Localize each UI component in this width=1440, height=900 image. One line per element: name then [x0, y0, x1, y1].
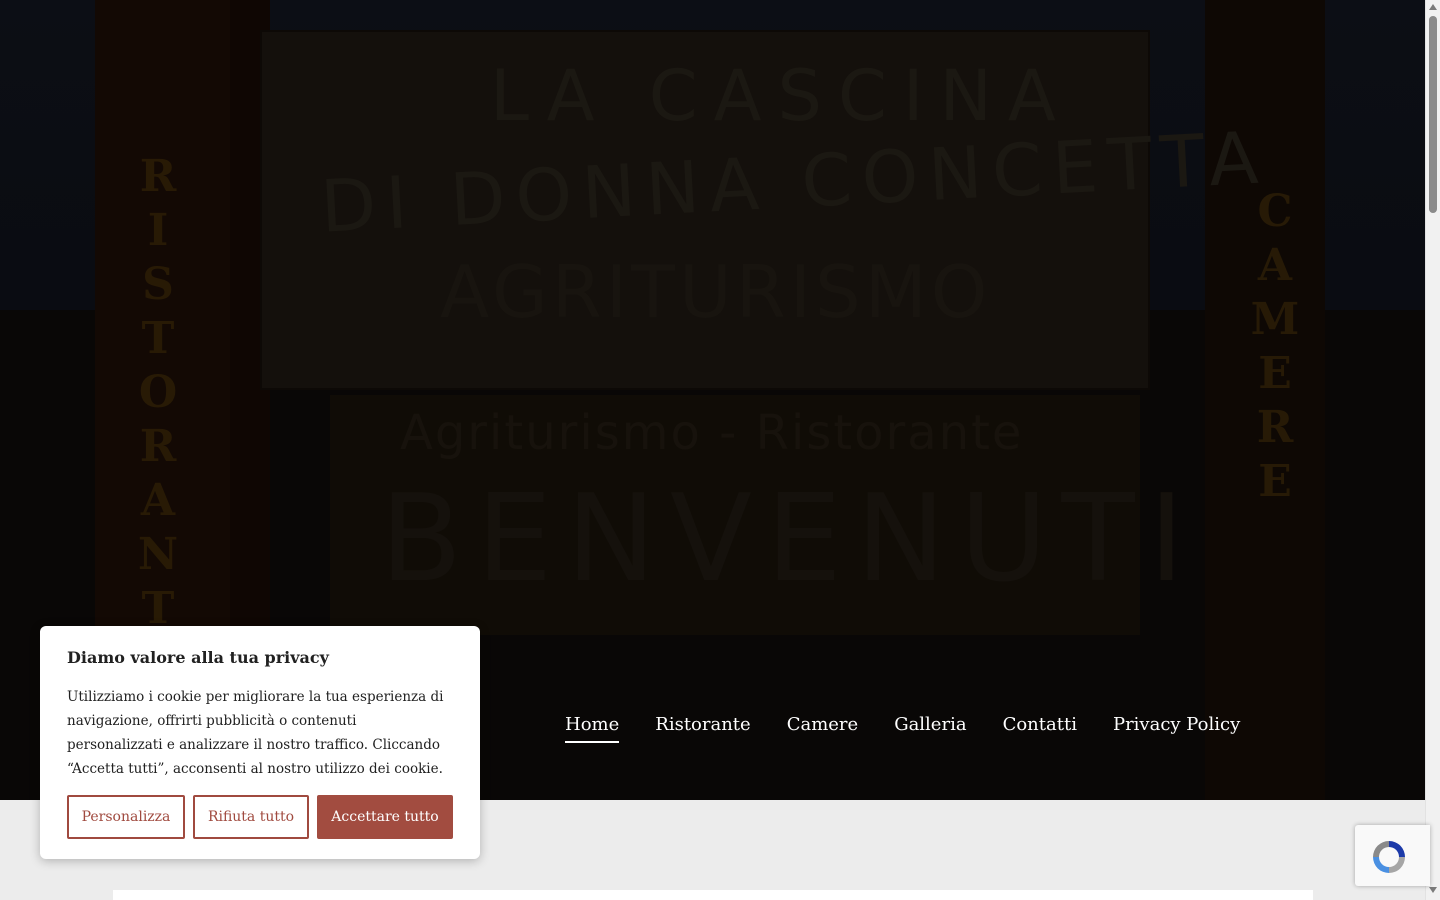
recaptcha-logo-icon: [1373, 841, 1405, 873]
main-navigation: Home Ristorante Camere Galleria Contatti…: [565, 714, 1240, 743]
scroll-down-arrow-icon[interactable]: [1429, 887, 1437, 893]
nav-item-ristorante[interactable]: Ristorante: [655, 714, 750, 743]
scroll-up-arrow-icon[interactable]: [1429, 4, 1437, 10]
cookie-consent-banner: Diamo valore alla tua privacy Utilizziam…: [40, 626, 480, 859]
cookie-banner-actions: Personalizza Rifiuta tutto Accettare tut…: [67, 795, 453, 839]
reject-all-button[interactable]: Rifiuta tutto: [193, 795, 309, 839]
nav-item-camere[interactable]: Camere: [787, 714, 858, 743]
nav-item-galleria[interactable]: Galleria: [894, 714, 966, 743]
nav-item-privacy-policy[interactable]: Privacy Policy: [1113, 714, 1240, 743]
cookie-banner-text: Utilizziamo i cookie per migliorare la t…: [67, 689, 444, 777]
accept-all-button[interactable]: Accettare tutto: [317, 795, 453, 839]
cookie-banner-title: Diamo valore alla tua privacy: [67, 648, 329, 667]
recaptcha-badge[interactable]: [1355, 825, 1430, 886]
page-scrollbar[interactable]: [1425, 0, 1440, 900]
nav-item-home[interactable]: Home: [565, 714, 620, 743]
nav-item-contatti[interactable]: Contatti: [1003, 714, 1077, 743]
scrollbar-thumb[interactable]: [1429, 16, 1437, 213]
content-card: [113, 890, 1313, 900]
customize-button[interactable]: Personalizza: [67, 795, 185, 839]
